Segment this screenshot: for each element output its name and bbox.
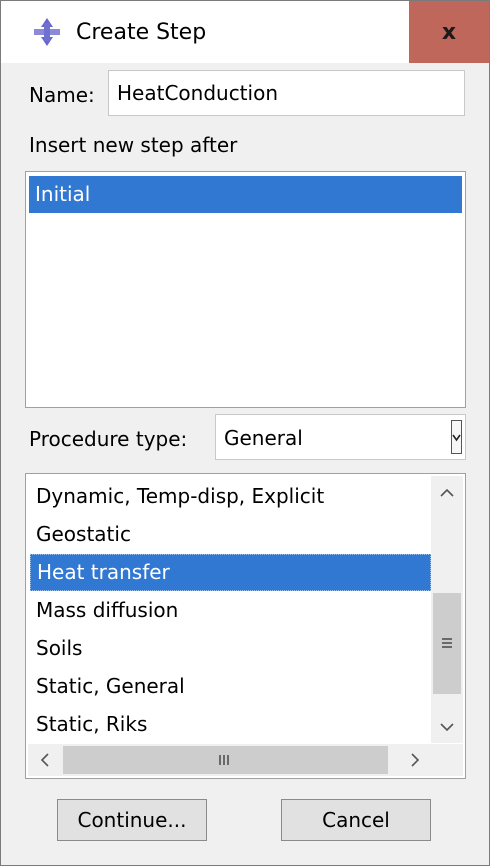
list-item[interactable]: Geostatic (30, 516, 431, 553)
horizontal-scrollbar[interactable] (28, 744, 431, 776)
create-step-dialog: Create Step x Name: Insert new step afte… (0, 0, 490, 866)
chevron-down-icon[interactable] (451, 420, 462, 454)
app-icon (32, 17, 62, 47)
step-name-input[interactable] (108, 70, 465, 116)
list-item[interactable]: Heat transfer (30, 554, 431, 591)
cancel-button[interactable]: Cancel (281, 799, 431, 841)
list-item[interactable]: Initial (29, 176, 462, 213)
title-bar[interactable]: Create Step x (1, 1, 489, 63)
scroll-right-icon[interactable] (399, 744, 431, 776)
vertical-scroll-thumb[interactable] (433, 593, 461, 694)
list-item[interactable]: Static, General (30, 668, 431, 705)
list-item[interactable]: Soils (30, 630, 431, 667)
list-item[interactable]: Static, Riks (30, 706, 431, 743)
list-item[interactable]: Dynamic, Temp-disp, Explicit (30, 478, 431, 515)
scroll-left-icon[interactable] (28, 744, 60, 776)
step-list[interactable]: Initial (25, 171, 466, 408)
scroll-up-icon[interactable] (431, 476, 463, 508)
name-label: Name: (29, 83, 95, 107)
scroll-down-icon[interactable] (431, 711, 463, 743)
insert-after-label: Insert new step after (29, 133, 238, 157)
close-button[interactable]: x (409, 1, 489, 63)
continue-button[interactable]: Continue... (57, 799, 207, 841)
list-item[interactable]: Mass diffusion (30, 592, 431, 629)
procedure-type-select[interactable]: General (215, 414, 466, 460)
procedure-type-label: Procedure type: (29, 427, 188, 451)
procedure-list[interactable]: Dynamic, Temp-disp, Explicit Geostatic H… (25, 473, 466, 779)
grip-icon (219, 755, 229, 765)
grip-icon (442, 638, 452, 650)
close-icon: x (441, 19, 457, 45)
procedure-type-value: General (224, 426, 303, 450)
vertical-scrollbar[interactable] (431, 476, 463, 743)
scrollbar-corner (431, 744, 463, 776)
window-title: Create Step (76, 20, 207, 45)
horizontal-scroll-thumb[interactable] (63, 746, 388, 774)
